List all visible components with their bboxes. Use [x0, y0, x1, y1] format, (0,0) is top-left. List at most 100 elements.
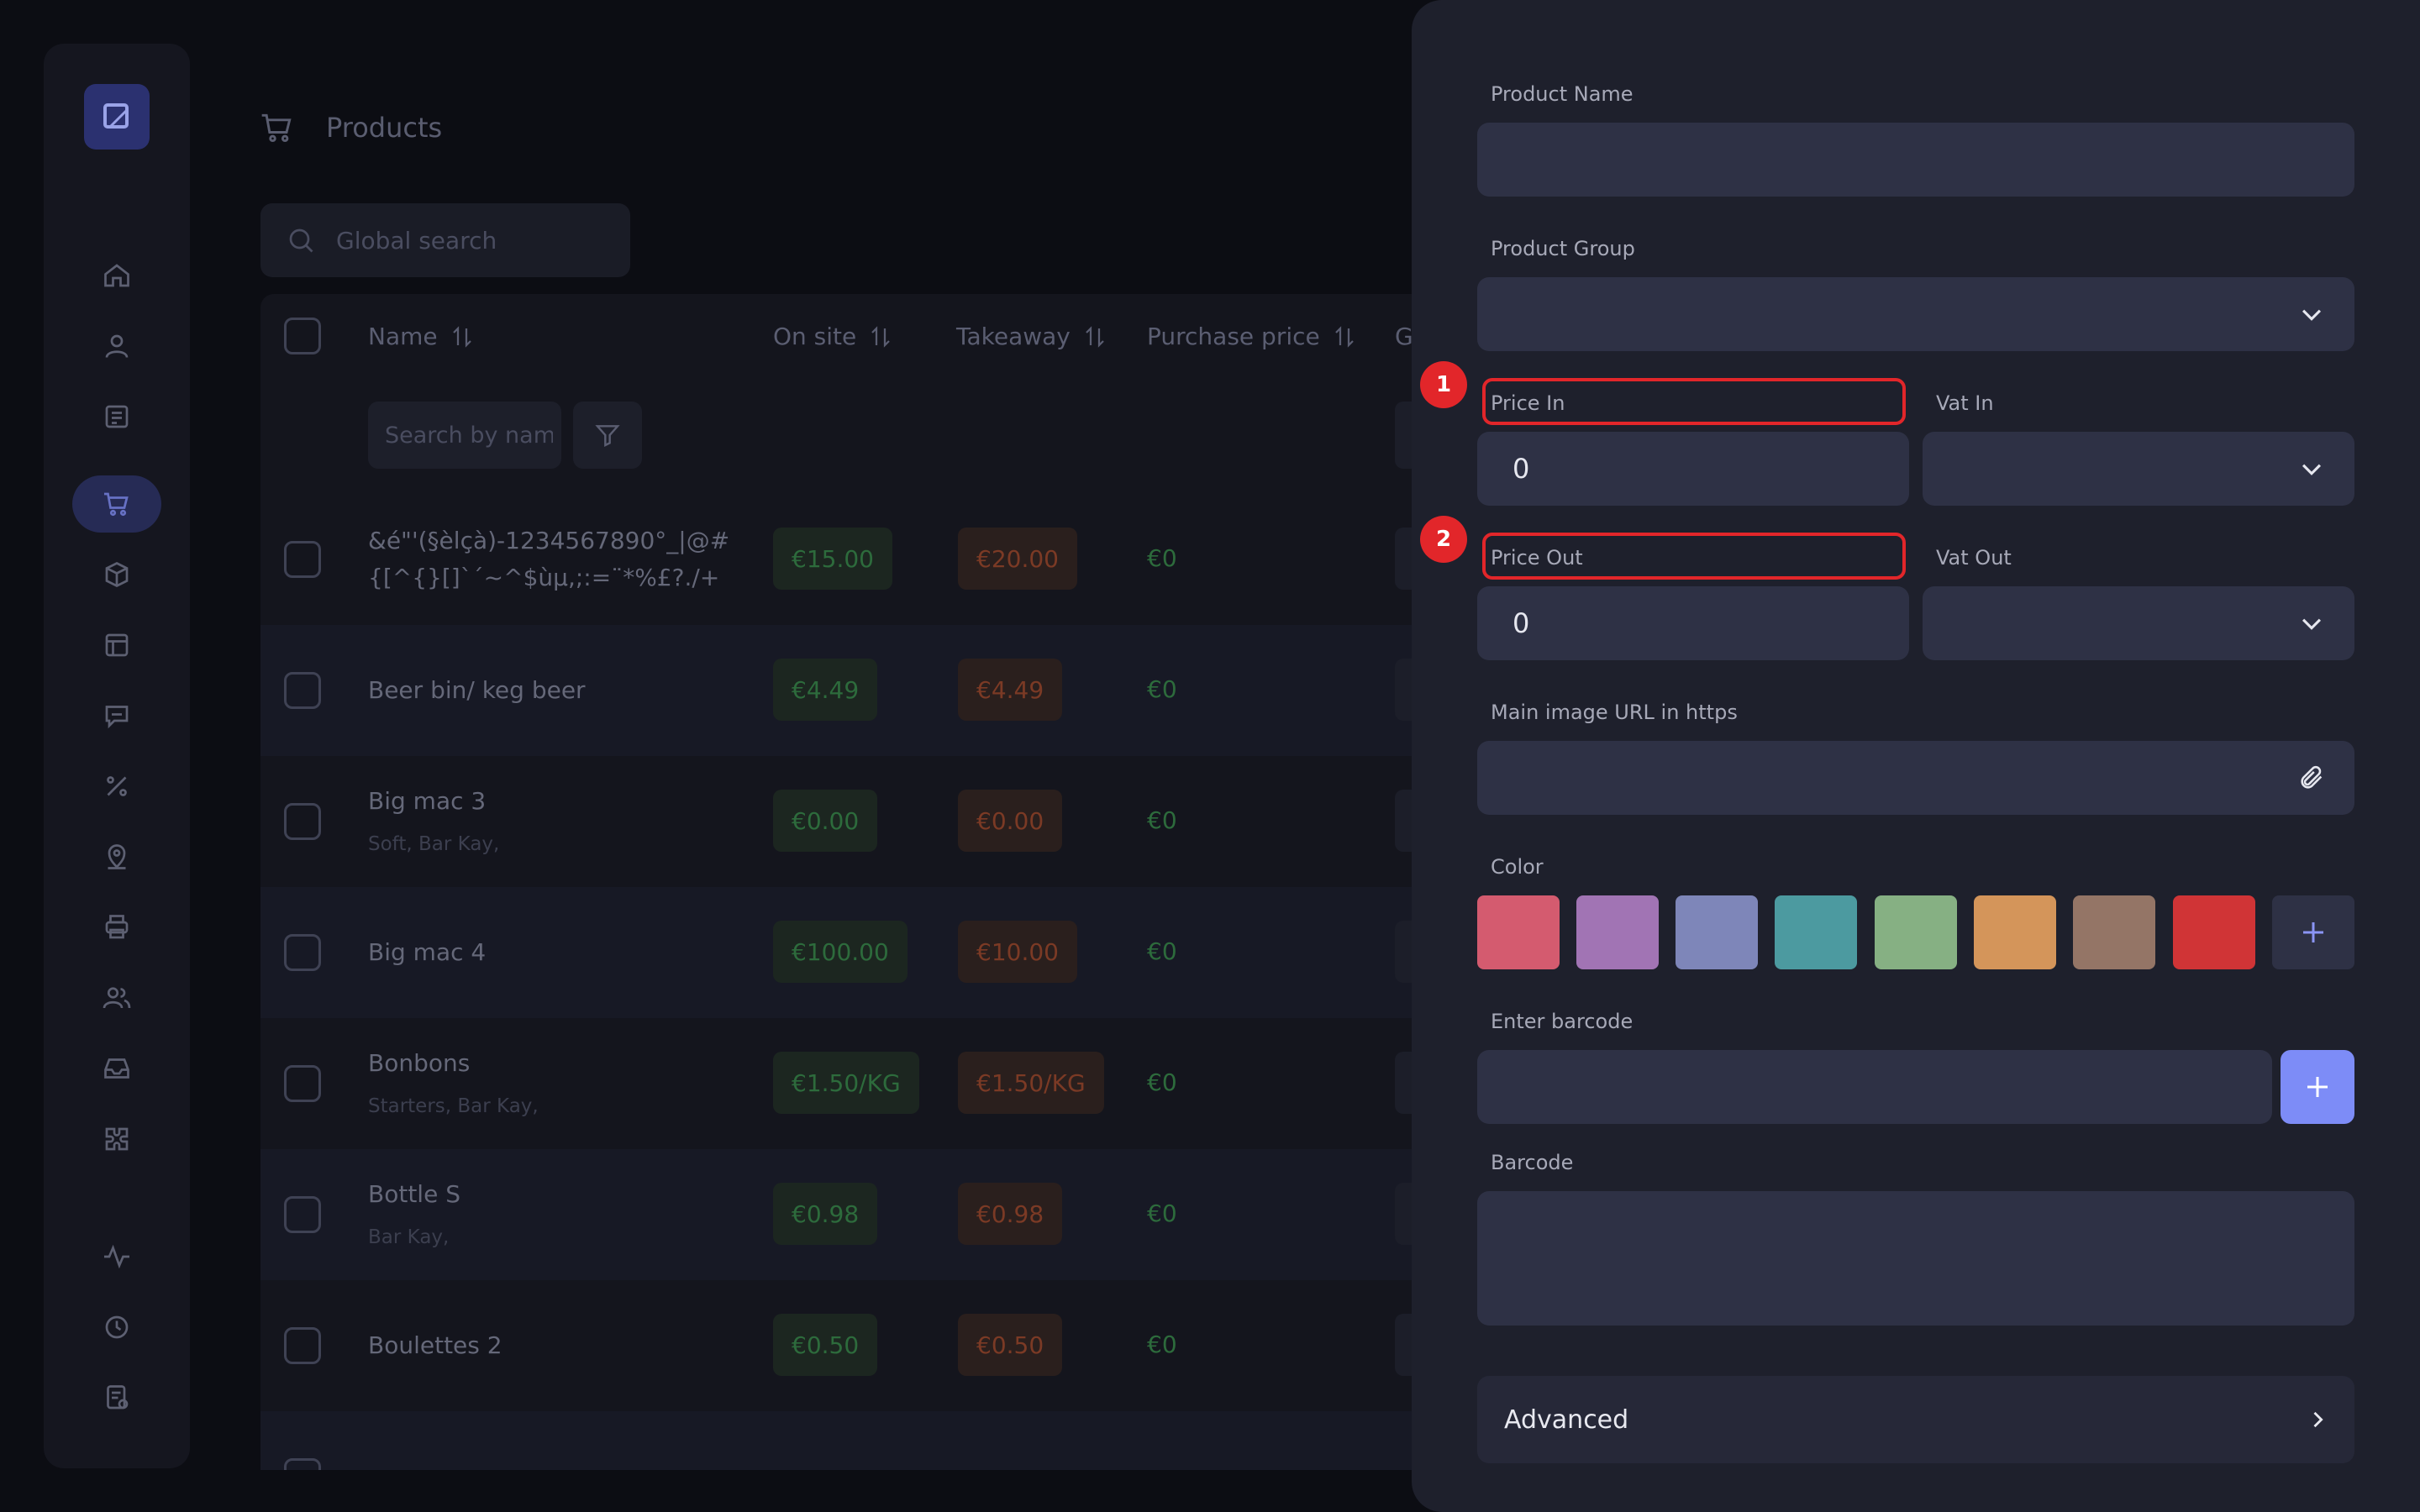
color-swatch[interactable]: [1875, 895, 1957, 969]
row-checkbox[interactable]: [284, 934, 321, 971]
column-header-purchase-price[interactable]: Purchase price: [1147, 323, 1357, 350]
color-swatch[interactable]: [1676, 895, 1758, 969]
nav-printer[interactable]: [72, 899, 161, 956]
vat-in-select[interactable]: [1923, 432, 2354, 506]
users-icon: [102, 983, 132, 1013]
global-search-input[interactable]: [336, 226, 622, 255]
logo-icon: [100, 100, 134, 134]
row-checkbox[interactable]: [284, 803, 321, 840]
column-header-group[interactable]: G: [1395, 323, 1413, 350]
cart-icon: [259, 109, 296, 146]
page-title: Products: [326, 112, 443, 144]
filter-icon: [594, 422, 621, 449]
printer-icon: [102, 912, 132, 942]
purchase-price: €0: [1147, 1068, 1177, 1096]
nav-location[interactable]: [72, 828, 161, 885]
advanced-section-toggle[interactable]: Advanced: [1477, 1376, 2354, 1463]
nav-home[interactable]: [72, 247, 161, 304]
page-header: Products: [259, 109, 442, 146]
nav-report[interactable]: [72, 1369, 161, 1426]
product-name-label: Product Name: [1491, 82, 1634, 106]
color-swatch[interactable]: [1576, 895, 1659, 969]
takeaway-price: €1.50/KG: [958, 1052, 1104, 1114]
cart-icon: [102, 489, 132, 519]
purchase-price: €0: [1147, 1331, 1177, 1358]
paperclip-icon[interactable]: [2297, 764, 2326, 792]
row-checkbox[interactable]: [284, 1065, 321, 1102]
purchase-price: €0: [1147, 937, 1177, 965]
product-groups: Starters, Bar Kay,: [368, 1095, 539, 1117]
on-site-price: €0.98: [773, 1183, 878, 1245]
product-group-label: Product Group: [1491, 237, 1635, 260]
table-row[interactable]: Beer bin/ keg beer €4.49 €4.49 €0: [260, 625, 1437, 756]
vat-out-select[interactable]: [1923, 586, 2354, 660]
price-in-input[interactable]: [1477, 453, 1909, 485]
barcode-input[interactable]: [1477, 1071, 2272, 1103]
price-out-field: [1477, 586, 1909, 660]
sort-icon: [1332, 324, 1357, 349]
table-row[interactable]: &é"'(§èlçà)-1234567890°_|@#{[^{}[]`´~^$ù…: [260, 494, 1437, 625]
column-header-takeaway[interactable]: Takeaway: [956, 323, 1107, 350]
add-barcode-button[interactable]: [2281, 1050, 2354, 1124]
sort-icon: [868, 324, 893, 349]
color-swatch[interactable]: [1775, 895, 1857, 969]
nav-discount[interactable]: [72, 758, 161, 815]
nav-inbox[interactable]: [72, 1040, 161, 1097]
nav-products[interactable]: [72, 475, 161, 533]
table-row[interactable]: Boulettes 2 €0.50 €0.50 €0: [260, 1280, 1437, 1411]
price-out-input[interactable]: [1477, 607, 1909, 639]
row-checkbox[interactable]: [284, 1327, 321, 1364]
table-icon: [102, 630, 132, 660]
nav-users[interactable]: [72, 969, 161, 1026]
takeaway-price: €0.00: [958, 790, 1063, 852]
nav-receipt[interactable]: [72, 388, 161, 445]
nav-table[interactable]: [72, 617, 161, 674]
color-label: Color: [1491, 855, 1544, 879]
product-group-select[interactable]: [1477, 277, 2354, 351]
select-all-checkbox[interactable]: [284, 318, 321, 354]
nav-activity[interactable]: [72, 1228, 161, 1285]
color-swatch[interactable]: [1477, 895, 1560, 969]
barcode-list[interactable]: [1477, 1191, 2354, 1326]
vat-in-label: Vat In: [1936, 391, 1994, 415]
name-filter: [368, 402, 561, 469]
nav-integrations[interactable]: [72, 1110, 161, 1168]
puzzle-icon: [102, 1124, 132, 1154]
product-name-field: [1477, 123, 2354, 197]
table-row[interactable]: Big mac 4 €100.00 €10.00 €0: [260, 887, 1437, 1018]
nav-user[interactable]: [72, 318, 161, 375]
column-header-name[interactable]: Name: [368, 323, 475, 350]
table-row[interactable]: Big mac 3 Soft, Bar Kay, €0.00 €0.00 €0: [260, 756, 1437, 887]
app-logo[interactable]: [84, 84, 150, 150]
receipt-icon: [102, 402, 132, 432]
name-filter-input[interactable]: [385, 422, 553, 449]
color-swatch[interactable]: [2173, 895, 2255, 969]
user-icon: [102, 331, 132, 361]
activity-icon: [102, 1242, 132, 1272]
purchase-price: €0: [1147, 1200, 1177, 1227]
filter-button[interactable]: [573, 402, 642, 469]
row-checkbox[interactable]: [284, 672, 321, 709]
table-row[interactable]: [260, 1411, 1437, 1470]
nav-chat[interactable]: [72, 687, 161, 744]
table-row[interactable]: Bottle S Bar Kay, €0.98 €0.98 €0: [260, 1149, 1437, 1280]
image-url-input[interactable]: [1477, 762, 2354, 794]
color-swatch[interactable]: [2073, 895, 2155, 969]
nav-box[interactable]: [72, 546, 161, 603]
nav-history[interactable]: [72, 1299, 161, 1356]
column-header-on-site[interactable]: On site: [773, 323, 893, 350]
row-checkbox[interactable]: [284, 1196, 321, 1233]
row-checkbox[interactable]: [284, 541, 321, 578]
sort-icon: [1082, 324, 1107, 349]
product-name-input[interactable]: [1477, 144, 2354, 176]
row-checkbox[interactable]: [284, 1458, 321, 1470]
search-icon: [286, 225, 316, 255]
sidebar: [44, 44, 190, 1468]
add-color-button[interactable]: [2272, 895, 2354, 969]
color-swatch[interactable]: [1974, 895, 2056, 969]
table-row[interactable]: Bonbons Starters, Bar Kay, €1.50/KG €1.5…: [260, 1018, 1437, 1149]
takeaway-price: €20.00: [958, 528, 1077, 590]
product-name: Bonbons: [368, 1049, 471, 1077]
vat-out-label: Vat Out: [1936, 546, 2012, 570]
plus-icon: [2302, 1072, 2333, 1102]
